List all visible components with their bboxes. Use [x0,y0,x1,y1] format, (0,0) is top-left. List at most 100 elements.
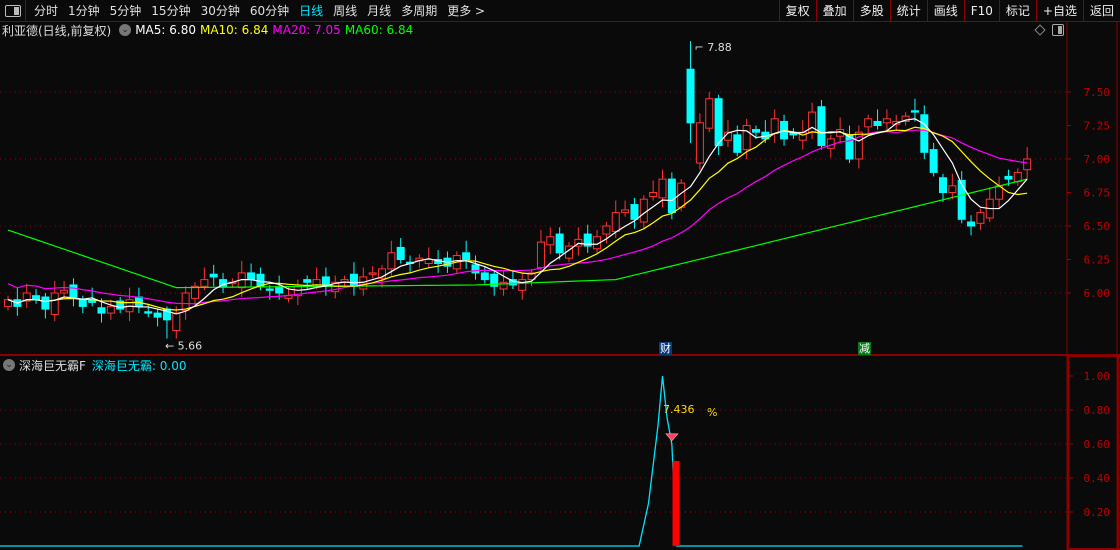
candle [864,114,873,134]
candle-body [265,288,274,291]
candle [817,100,826,150]
candle-body [705,98,714,129]
candle [686,41,695,143]
candle [920,105,929,159]
candle-body [41,296,50,310]
candle [209,264,218,287]
candle-body [798,131,807,141]
candle-body [303,279,312,283]
y-tick-label: 6.75 [1084,187,1111,200]
dropdown-icon[interactable]: ⌄ [119,24,132,36]
candle-body [770,118,779,135]
candle-body [480,272,489,281]
reduce-marker[interactable]: 减 [858,342,871,355]
indicator-header: ⌄ 深海巨无霸F 深海巨无霸: 0.00 [0,357,186,373]
panel-toggle-icon[interactable] [1052,24,1064,36]
candle-body [649,192,658,198]
indicator-annotation-unit: % [707,406,717,419]
candle-body [976,212,985,224]
candle [4,295,12,311]
dropdown-icon[interactable]: ⌄ [3,359,15,371]
low-price-label: ← 5.66 [165,340,202,353]
y-tick-label: 6.00 [1084,287,1111,300]
candle [985,187,994,222]
candle [60,280,69,298]
candle-body [714,98,723,147]
y-tick-label: 7.25 [1084,120,1111,133]
candle [153,309,162,327]
candle-body [602,225,611,235]
candle-body [387,252,396,270]
candle-body [920,114,929,153]
candle-body [172,312,181,332]
candle-body [630,204,639,220]
candle-body [368,272,377,275]
indicator-annotation: 7.436 [663,403,695,416]
candle [845,125,854,164]
candle-body [69,284,78,298]
candle-body [639,198,648,223]
candle [995,176,1004,209]
finance-marker[interactable]: 财 [659,342,672,355]
candle [134,287,143,314]
candle-body [864,118,873,128]
candle-body [191,285,199,299]
candle-body [200,279,209,287]
y-tick-label: 0.60 [1084,438,1111,451]
ma20-label: MA20: 7.05 [272,23,341,37]
candle [527,268,536,287]
ma10-label: MA10: 6.84 [199,23,269,37]
candle-body [536,241,545,269]
candle-body [658,178,667,199]
candle-body [50,292,59,315]
candle-body [396,246,405,261]
candle [340,275,349,287]
candle-body [742,125,751,151]
candle-body [32,295,41,301]
candle [219,272,228,293]
candle-body [667,178,676,214]
candle-body [939,177,947,193]
candle [349,262,358,296]
stock-title: 利亚德(日线,前复权) [2,23,112,38]
candle [106,299,115,320]
candle [939,173,947,202]
ma5-label: MA5: 6.80 [135,23,196,37]
candle-body [546,236,555,246]
candle [695,113,704,170]
candle-body [97,307,106,314]
candle [480,266,489,284]
candle [331,275,340,299]
candle [396,238,405,264]
candle [247,263,256,287]
candle [929,142,938,177]
candle-body [471,264,480,274]
kline-chart[interactable]: 7.50 7.25 7.00 6.75 6.50 6.25 6.00 1.00 0.80 0.60… [0,0,1120,550]
candle [41,293,50,319]
candle [948,173,957,200]
candle [976,208,985,231]
candle-body [817,106,826,147]
candle-body [209,273,218,278]
candle [536,230,545,272]
candle-body [1004,175,1013,180]
candle [649,180,658,201]
candle-body [733,134,742,153]
candle [583,224,592,253]
candle [32,288,41,304]
candle-body [462,252,471,261]
candle-body [910,110,919,113]
candle-body [349,273,358,287]
high-price-label: ⌐ 7.88 [695,41,732,54]
candle-body [275,287,284,294]
candle [471,255,480,280]
candle-body [948,185,957,194]
candle [1013,168,1022,186]
candle [22,283,31,308]
candle [967,215,976,236]
candle [368,266,377,279]
candle [789,128,798,139]
candle [808,102,817,139]
candle [836,117,845,143]
indicator-title: 深海巨无霸F [19,358,86,373]
